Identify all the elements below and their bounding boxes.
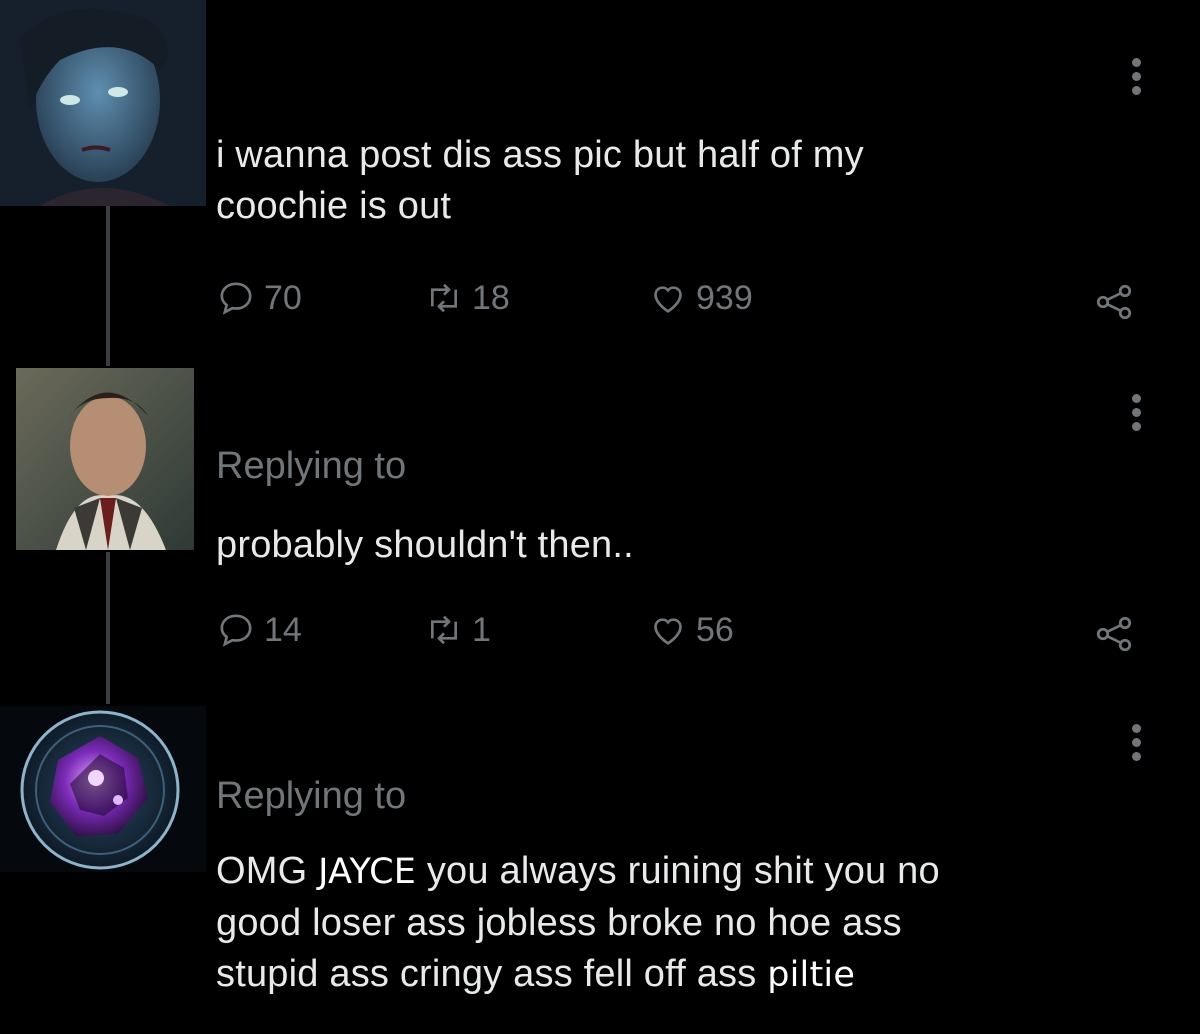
share-button[interactable]: [1092, 612, 1136, 661]
reply-count: 70: [264, 278, 302, 317]
like-button[interactable]: 939: [648, 278, 753, 318]
retweet-arrows-icon: [431, 283, 457, 313]
thread-line: [106, 552, 110, 704]
avatar[interactable]: [0, 0, 206, 206]
tweet-actions: 14 1 56: [216, 610, 1136, 658]
replying-to-label: Replying to: [216, 775, 407, 817]
more-options-button[interactable]: [1132, 58, 1142, 100]
tweet-actions: 70 18 939: [216, 278, 1136, 326]
avatar[interactable]: [16, 368, 194, 550]
vertical-ellipsis-icon: [1132, 58, 1142, 95]
retweet-button[interactable]: 18: [424, 278, 510, 318]
text-segment: OMG: [216, 850, 308, 892]
text-segment: stupid ass cringy ass fell off ass: [216, 953, 757, 995]
speech-bubble-icon: [220, 614, 252, 647]
vertical-ellipsis-icon: [1132, 394, 1142, 431]
tweet-text: i wanna post dis ass pic but half of my …: [216, 130, 864, 232]
tweet-text-line: stupid ass cringy ass fell off ass pilti…: [216, 949, 940, 1001]
reply-count: 14: [264, 610, 302, 649]
avatar[interactable]: [0, 706, 206, 872]
like-count: 939: [696, 278, 753, 317]
tweet-text-line: good loser ass jobless broke no hoe ass: [216, 902, 902, 944]
heart-icon: [654, 286, 682, 313]
heart-icon: [654, 618, 682, 645]
share-nodes-icon: [1096, 616, 1132, 652]
retweet-count: 18: [472, 278, 510, 317]
more-options-button[interactable]: [1132, 394, 1142, 436]
retweet-count: 1: [472, 610, 491, 649]
thread-line: [106, 206, 110, 366]
reply-button[interactable]: 70: [216, 278, 302, 318]
replying-to-label: Replying to: [216, 445, 407, 487]
like-count: 56: [696, 610, 734, 649]
tweet-text-line: i wanna post dis ass pic but half of my: [216, 134, 864, 176]
vertical-ellipsis-icon: [1132, 724, 1142, 761]
tweet-text-line: OMG JAYCE you always ruining shit you no: [216, 846, 940, 898]
tweet-text-line: coochie is out: [216, 185, 452, 227]
share-nodes-icon: [1096, 284, 1132, 320]
reply-button[interactable]: 14: [216, 610, 302, 650]
speech-bubble-icon: [220, 282, 252, 315]
more-options-button[interactable]: [1132, 724, 1142, 766]
text-segment: JAYCE: [318, 852, 417, 892]
retweet-arrows-icon: [431, 615, 457, 645]
tweet-text: probably shouldn't then..: [216, 524, 634, 566]
text-segment: piltie: [767, 955, 856, 995]
share-button[interactable]: [1092, 280, 1136, 329]
text-segment: you always ruining shit you no: [426, 850, 940, 892]
like-button[interactable]: 56: [648, 610, 734, 650]
retweet-button[interactable]: 1: [424, 610, 491, 650]
tweet-text: OMG JAYCE you always ruining shit you no…: [216, 846, 940, 1001]
